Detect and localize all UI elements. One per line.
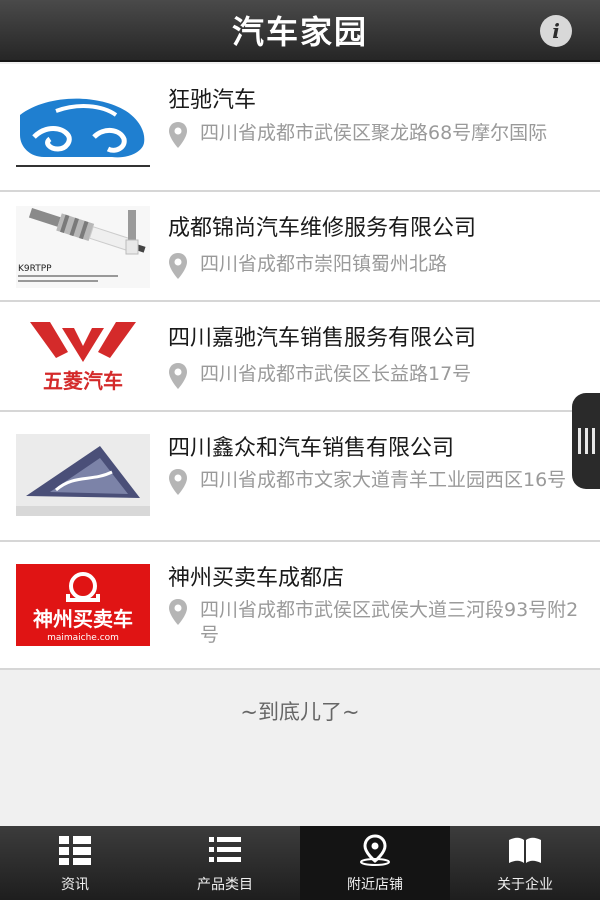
location-pin-icon [360,834,390,866]
handle-bar [577,428,581,454]
app-header: 汽车家园 i [0,0,600,62]
tab-label: 资讯 [61,877,89,893]
store-address-text: 四川省成都市武侯区长益路17号 [200,363,472,385]
store-thumbnail [16,87,150,169]
store-name: 狂驰汽车 [168,88,257,113]
map-pin-icon [169,253,187,279]
list-item[interactable]: 四川鑫众和汽车销售有限公司 四川省成都市文家大道青羊工业园西区16号 [0,412,600,542]
bottom-tab-bar: 资讯 产品类目 附近店铺 关于企业 [0,826,600,900]
info-button[interactable]: i [540,15,572,47]
tab-nearby-stores[interactable]: 附近店铺 [300,826,450,900]
triangle-logo-icon [16,434,150,516]
wuling-logo-icon: 五菱汽车 [16,314,150,396]
store-address: 四川省成都市武侯区武侯大道三河段93号附2号 [168,598,585,648]
store-address-text: 四川省成都市文家大道青羊工业园西区16号 [200,469,567,491]
tab-label: 产品类目 [197,877,253,893]
store-name: 神州买卖车成都店 [168,566,345,591]
store-address: 四川省成都市崇阳镇蜀州北路 [168,252,585,280]
store-name: 成都锦尚汽车维修服务有限公司 [168,216,477,241]
handle-bar [584,428,588,454]
thumb-text: 五菱汽车 [43,369,123,393]
store-list: 狂驰汽车 四川省成都市武侯区聚龙路68号摩尔国际 K9RTPP 成都锦尚汽车维修… [0,64,600,670]
map-pin-icon [169,363,187,389]
store-address-text: 四川省成都市武侯区武侯大道三河段93号附2号 [200,599,579,646]
tab-about-company[interactable]: 关于企业 [450,826,600,900]
grid-list-icon [59,836,91,865]
tab-label: 关于企业 [497,877,553,893]
open-book-icon [509,837,541,863]
tab-label: 附近店铺 [347,877,403,893]
store-name: 四川鑫众和汽车销售有限公司 [168,436,455,461]
store-address-text: 四川省成都市崇阳镇蜀州北路 [200,253,448,275]
handle-bar [591,428,595,454]
tab-news[interactable]: 资讯 [0,826,150,900]
list-item[interactable]: 神州买卖车 maimaiche.com 神州买卖车成都店 四川省成都市武侯区武侯… [0,542,600,670]
list-icon [209,837,241,862]
list-item[interactable]: 五菱汽车 四川嘉驰汽车销售服务有限公司 四川省成都市武侯区长益路17号 [0,302,600,412]
store-thumbnail: 五菱汽车 [16,314,150,396]
store-name: 四川嘉驰汽车销售服务有限公司 [168,326,477,351]
side-drawer-handle[interactable] [572,393,600,489]
store-address: 四川省成都市武侯区长益路17号 [168,362,585,390]
store-thumbnail: K9RTPP [16,206,150,288]
thumb-subtext: maimaiche.com [47,633,119,643]
tab-product-categories[interactable]: 产品类目 [150,826,300,900]
map-pin-icon [169,469,187,495]
thumb-text: K9RTPP [18,264,52,274]
map-pin-icon [169,599,187,625]
maimaiche-logo-icon: 神州买卖车 maimaiche.com [16,564,150,646]
store-address: 四川省成都市文家大道青羊工业园西区16号 [168,468,585,496]
spark-plug-icon: K9RTPP [16,206,150,288]
page-title: 汽车家园 [231,13,368,51]
store-thumbnail [16,434,150,516]
list-item[interactable]: 狂驰汽车 四川省成都市武侯区聚龙路68号摩尔国际 [0,64,600,192]
store-address-text: 四川省成都市武侯区聚龙路68号摩尔国际 [200,122,548,144]
store-address: 四川省成都市武侯区聚龙路68号摩尔国际 [168,121,585,149]
car-logo-icon [16,87,150,169]
end-of-list-text: ~到底儿了~ [240,700,360,724]
list-item[interactable]: K9RTPP 成都锦尚汽车维修服务有限公司 四川省成都市崇阳镇蜀州北路 [0,192,600,302]
store-thumbnail: 神州买卖车 maimaiche.com [16,564,150,646]
map-pin-icon [169,122,187,148]
thumb-text: 神州买卖车 [33,607,133,631]
